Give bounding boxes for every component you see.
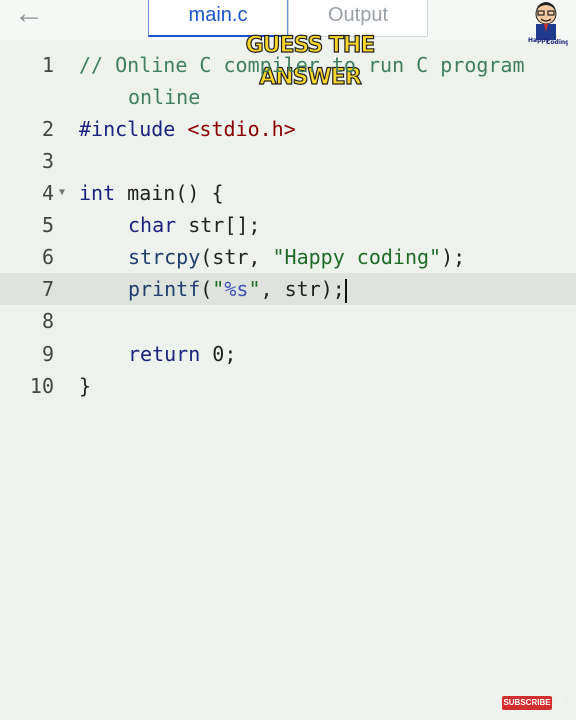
string-literal: "Happy coding"	[272, 245, 442, 269]
subscribe-button[interactable]: SUBSCRIBE	[502, 696, 552, 710]
int-keyword: int	[79, 181, 116, 205]
arrow-left-icon[interactable]: ←	[14, 0, 54, 32]
code-text: char str[];	[128, 209, 260, 241]
code-line[interactable]: 4 ▼ int main() {	[0, 177, 576, 209]
strcpy-end: );	[441, 245, 466, 269]
include-file: <stdio.h>	[187, 117, 296, 141]
printf-open: (	[200, 277, 213, 301]
strcpy-function: strcpy	[128, 245, 201, 269]
printf-rest: , str);	[260, 277, 345, 301]
code-text: int main() {	[79, 177, 224, 209]
strcpy-args: (str,	[200, 245, 273, 269]
code-line[interactable]: 10 }	[0, 370, 576, 402]
line-number: 5	[41, 213, 54, 237]
include-keyword: #include	[79, 117, 176, 141]
code-line[interactable]: 1 // Online C compiler to run C program	[0, 49, 576, 81]
code-text: strcpy(str, "Happy coding");	[128, 241, 465, 273]
line-number: 1	[41, 53, 54, 77]
char-declaration: str[];	[176, 213, 261, 237]
happy-coding-mascot-icon: Happy Coding	[524, 0, 569, 46]
line-number: 3	[41, 149, 54, 173]
fold-arrow-icon[interactable]: ▼	[59, 177, 65, 209]
code-line[interactable]: online	[0, 81, 576, 113]
code-line[interactable]: 6 strcpy(str, "Happy coding");	[0, 241, 576, 273]
code-line[interactable]: 2 #include <stdio.h>	[0, 113, 576, 145]
line-number: 8	[41, 309, 54, 333]
string-quote: "	[212, 277, 225, 301]
printf-function: printf	[128, 277, 201, 301]
code-text: #include <stdio.h>	[79, 113, 296, 145]
code-text: printf("%s", str);	[128, 273, 347, 305]
text-cursor	[344, 278, 347, 303]
code-line-active[interactable]: 7 printf("%s", str);	[0, 273, 576, 305]
code-text: return 0;	[128, 338, 236, 370]
main-signature: main() {	[115, 181, 224, 205]
line-number: 10	[29, 374, 54, 398]
return-keyword: return	[128, 342, 201, 366]
char-keyword: char	[128, 213, 177, 237]
svg-text:Coding: Coding	[546, 39, 568, 46]
pointing-hand-icon: ☞	[554, 695, 565, 709]
code-comment: // Online C compiler to run C program	[79, 53, 525, 77]
format-specifier: %s	[224, 277, 249, 301]
code-line[interactable]: 5 char str[];	[0, 209, 576, 241]
code-line[interactable]: 9 return 0;	[0, 338, 576, 370]
line-number: 6	[41, 245, 54, 269]
line-number: 2	[41, 117, 54, 141]
line-number: 9	[41, 342, 54, 366]
code-comment-wrap: online	[128, 85, 201, 109]
string-quote: "	[248, 277, 261, 301]
code-line[interactable]: 3	[0, 145, 576, 177]
code-editor[interactable]: 1 // Online C compiler to run C program …	[0, 48, 576, 698]
code-line[interactable]: 8	[0, 305, 576, 337]
return-value: 0;	[200, 342, 237, 366]
closing-brace: }	[79, 374, 92, 398]
line-number: 4	[41, 181, 54, 205]
line-number: 7	[41, 277, 54, 301]
